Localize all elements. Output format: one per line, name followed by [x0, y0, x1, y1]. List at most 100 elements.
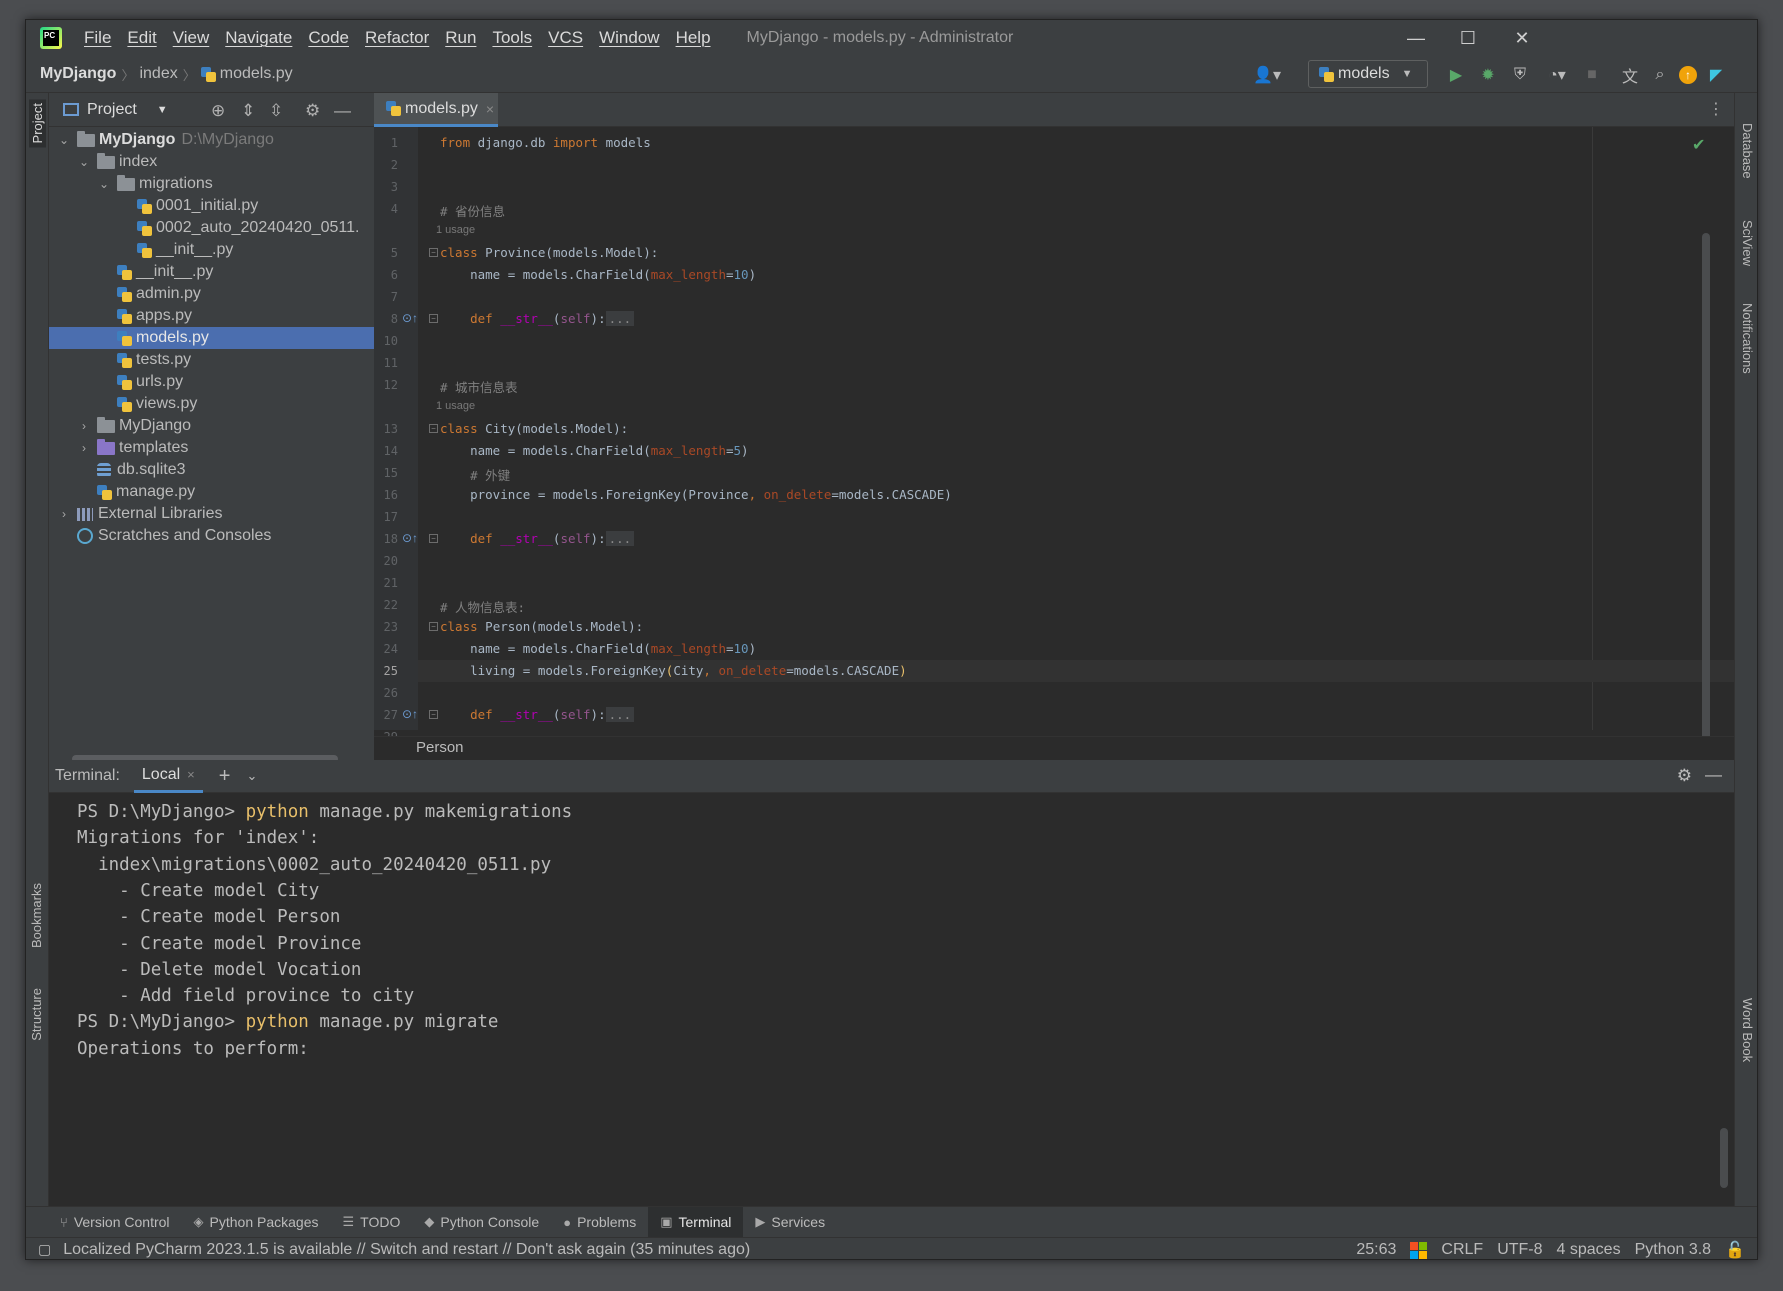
code-line[interactable]: name = models.CharField(max_length=10)	[440, 641, 756, 656]
fold-toggle-icon[interactable]: −	[429, 710, 438, 719]
bottom-tab-python-packages[interactable]: ◈ Python Packages	[182, 1207, 331, 1238]
tree-item[interactable]: ⌄ migrations	[49, 173, 374, 195]
override-method-icon[interactable]: ⊙↑	[402, 311, 418, 325]
maximize-button[interactable]: ☐	[1439, 20, 1497, 56]
menu-code[interactable]: Code	[300, 28, 357, 48]
code-line[interactable]: # 外键	[440, 465, 510, 484]
tree-item[interactable]: › templates	[49, 437, 374, 459]
code-line[interactable]: class Province(models.Model):	[440, 245, 658, 260]
override-method-icon[interactable]: ⊙↑	[402, 531, 418, 545]
menu-edit[interactable]: Edit	[119, 28, 164, 48]
editor-breadcrumb[interactable]: Person	[374, 736, 1734, 760]
chevron-down-icon[interactable]: ▼	[157, 104, 168, 116]
bottom-tab-version-control[interactable]: ⑂ Version Control	[48, 1207, 182, 1238]
hide-panel-icon[interactable]: —	[334, 101, 351, 121]
menu-refactor[interactable]: Refactor	[357, 28, 437, 48]
run-icon[interactable]: ▶	[1443, 62, 1469, 88]
tree-item[interactable]: __init__.py	[49, 261, 374, 283]
tree-item[interactable]: ⌄ MyDjango D:\MyDjango	[49, 129, 374, 151]
bottom-tab-todo[interactable]: ☰ TODO	[331, 1207, 413, 1238]
code-line[interactable]: # 人物信息表:	[440, 597, 525, 616]
profile-icon[interactable]: ◔▾	[1539, 62, 1575, 88]
chevron-down-icon[interactable]: ⌄	[97, 177, 111, 191]
caret-position[interactable]: 25:63	[1356, 1241, 1396, 1259]
tree-item[interactable]: 0001_initial.py	[49, 195, 374, 217]
sciview-tool-button[interactable]: SciView	[1740, 220, 1755, 266]
search-icon[interactable]: ⌕	[1647, 62, 1673, 88]
menu-window[interactable]: Window	[591, 28, 667, 48]
bottom-tab-services[interactable]: ▶ Services	[743, 1207, 837, 1238]
code-line[interactable]: name = models.CharField(max_length=10)	[440, 267, 756, 282]
tree-item[interactable]: models.py	[49, 327, 374, 349]
tree-item[interactable]: Scratches and Consoles	[49, 525, 374, 547]
tree-item[interactable]: db.sqlite3	[49, 459, 374, 481]
collapse-all-icon[interactable]: ⇳	[269, 101, 283, 121]
code-line[interactable]: class Person(models.Model):	[440, 619, 643, 634]
bottom-tab-python-console[interactable]: ◆ Python Console	[412, 1207, 551, 1238]
database-tool-button[interactable]: Database	[1740, 123, 1755, 179]
bottom-tab-terminal[interactable]: ▣ Terminal	[648, 1206, 744, 1238]
wordbook-tool-button[interactable]: Word Book	[1740, 998, 1755, 1062]
menu-file[interactable]: File	[76, 28, 119, 48]
project-view-selector[interactable]: Project	[87, 101, 137, 119]
menu-vcs[interactable]: VCS	[540, 28, 591, 48]
new-terminal-plus-icon[interactable]: +	[219, 765, 231, 788]
menu-view[interactable]: View	[165, 28, 218, 48]
project-tool-button[interactable]: Project	[29, 99, 46, 148]
line-separator[interactable]: CRLF	[1441, 1241, 1483, 1259]
menu-navigate[interactable]: Navigate	[217, 28, 300, 48]
fold-toggle-icon[interactable]: −	[429, 424, 438, 433]
editor-tab-models[interactable]: models.py ×	[374, 93, 498, 127]
toggle-tool-windows-icon[interactable]: ▢	[38, 1241, 51, 1258]
gear-icon[interactable]: ⚙	[305, 101, 320, 121]
expand-all-icon[interactable]: ⇕	[241, 101, 255, 121]
tree-item[interactable]: tests.py	[49, 349, 374, 371]
notifications-tool-button[interactable]: Notifications	[1740, 303, 1755, 374]
chevron-down-icon[interactable]: ⌄	[246, 768, 257, 784]
tree-item[interactable]: urls.py	[49, 371, 374, 393]
menu-run[interactable]: Run	[437, 28, 484, 48]
chevron-right-icon[interactable]: ›	[77, 419, 91, 433]
gear-icon[interactable]: ⚙	[1677, 766, 1692, 786]
tree-item[interactable]: apps.py	[49, 305, 374, 327]
editor-vertical-scrollbar[interactable]	[1702, 233, 1710, 743]
code-line[interactable]: # 城市信息表	[440, 377, 518, 396]
fold-toggle-icon[interactable]: −	[429, 622, 438, 631]
code-line[interactable]: def __str__(self):...	[440, 707, 635, 722]
file-encoding[interactable]: UTF-8	[1497, 1241, 1542, 1259]
close-button[interactable]: ✕	[1493, 20, 1551, 56]
usage-hint[interactable]: 1 usage	[436, 224, 475, 236]
run-configuration-dropdown[interactable]: models ▼	[1308, 60, 1428, 88]
tree-item[interactable]: manage.py	[49, 481, 374, 503]
fold-toggle-icon[interactable]: −	[429, 248, 438, 257]
structure-tool-button[interactable]: Structure	[29, 988, 44, 1041]
locate-file-icon[interactable]: ⊕	[211, 101, 225, 121]
tree-item[interactable]: views.py	[49, 393, 374, 415]
ai-assistant-icon[interactable]: ◤	[1703, 62, 1729, 88]
translate-icon[interactable]: 文	[1617, 62, 1643, 88]
code-line[interactable]: def __str__(self):...	[440, 531, 635, 546]
no-problems-check-icon[interactable]: ✔	[1692, 135, 1705, 155]
menu-tools[interactable]: Tools	[484, 28, 540, 48]
chevron-down-icon[interactable]: ⌄	[77, 155, 91, 169]
close-tab-icon[interactable]: ×	[187, 767, 195, 782]
unlock-icon[interactable]: 🔓	[1725, 1240, 1745, 1259]
fold-toggle-icon[interactable]: −	[429, 314, 438, 323]
terminal-vertical-scrollbar[interactable]	[1720, 1128, 1728, 1188]
usage-hint[interactable]: 1 usage	[436, 400, 475, 412]
tree-item[interactable]: admin.py	[49, 283, 374, 305]
debug-icon[interactable]: ✹	[1475, 62, 1501, 88]
code-line[interactable]: name = models.CharField(max_length=5)	[440, 443, 748, 458]
close-tab-icon[interactable]: ×	[486, 101, 494, 117]
tree-item[interactable]: › External Libraries	[49, 503, 374, 525]
code-line[interactable]: # 省份信息	[440, 201, 505, 220]
status-message[interactable]: Localized PyCharm 2023.1.5 is available …	[63, 1241, 750, 1259]
code-line[interactable]: province = models.ForeignKey(Province, o…	[440, 487, 952, 502]
indent-setting[interactable]: 4 spaces	[1557, 1241, 1621, 1259]
tree-item[interactable]: › MyDjango	[49, 415, 374, 437]
code-line[interactable]: living = models.ForeignKey(City, on_dele…	[440, 663, 907, 678]
override-method-icon[interactable]: ⊙↑	[402, 707, 418, 721]
user-account-icon[interactable]: 👤▾	[1248, 62, 1286, 88]
bookmarks-tool-button[interactable]: Bookmarks	[29, 883, 44, 948]
tree-item[interactable]: ⌄ index	[49, 151, 374, 173]
